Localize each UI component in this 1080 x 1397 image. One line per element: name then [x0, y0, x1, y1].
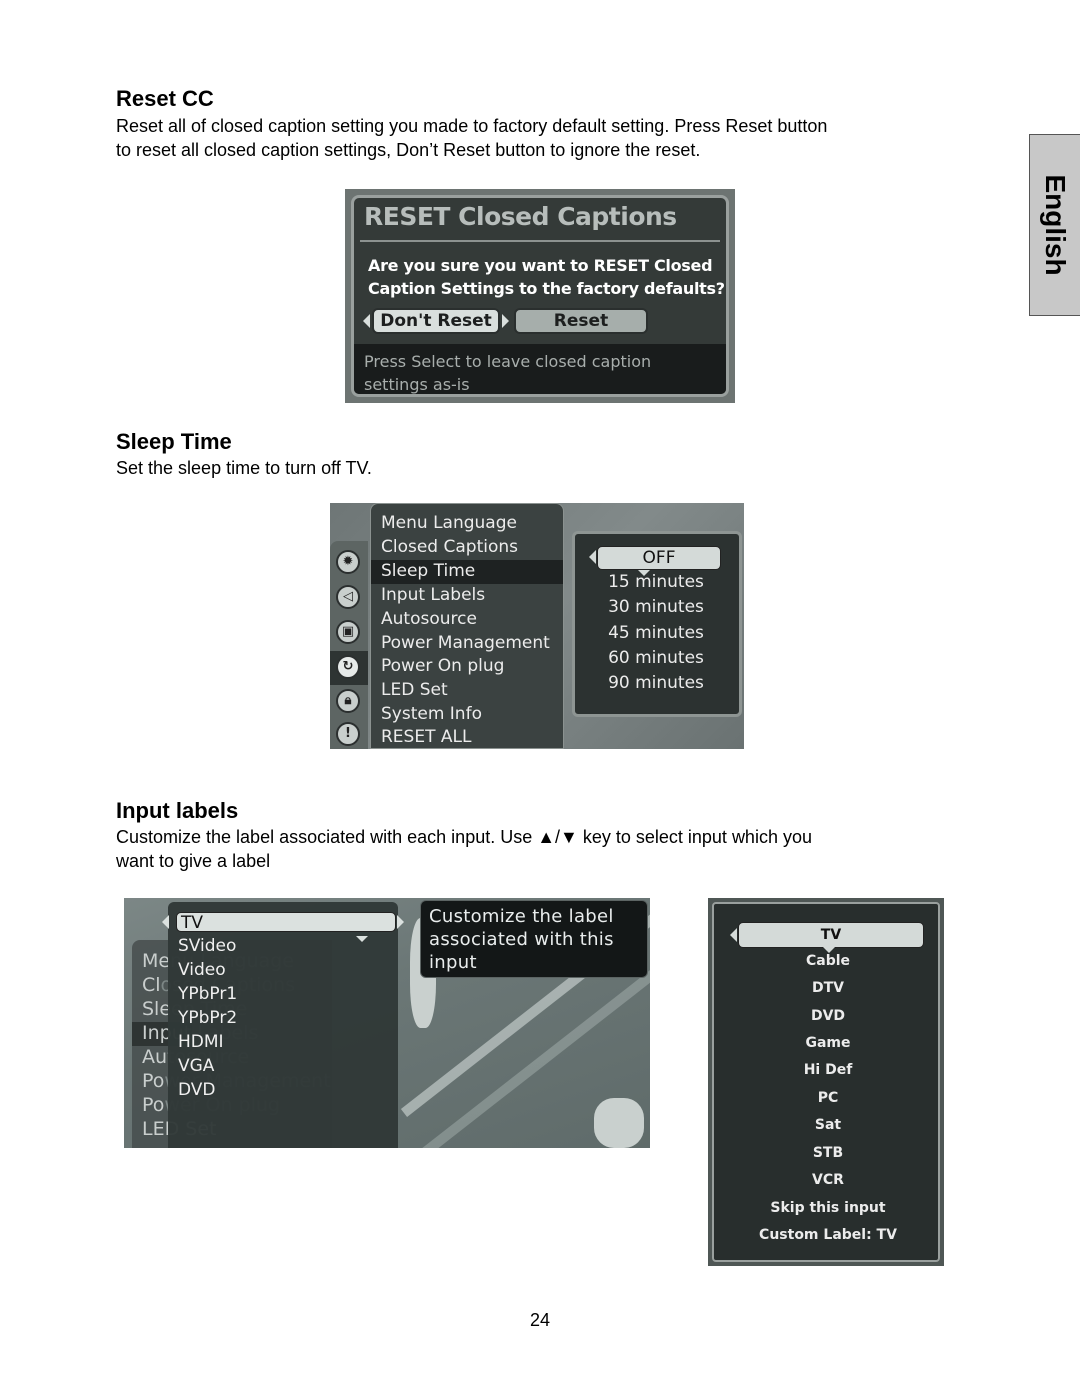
dont-reset-button[interactable]: Don't Reset	[372, 308, 500, 334]
sleep-option[interactable]: 15 minutes	[575, 572, 737, 592]
input-labels-screenshot-left: Menu Language Closed Captions Sleep Time…	[124, 898, 650, 1148]
language-tab-label: English	[1040, 174, 1071, 276]
menu-item[interactable]: Autosource	[381, 609, 477, 629]
menu-category-bar: ✹ ◁ ▣ ↻ 🔒︎ !	[330, 541, 368, 749]
input-item[interactable]: SVideo	[178, 936, 236, 956]
page-number: 24	[529, 1310, 551, 1330]
tooltip-line1: Customize the label	[429, 906, 614, 927]
menu-item[interactable]: Closed Captions	[381, 537, 518, 557]
audio-icon[interactable]: ◁	[336, 585, 360, 609]
label-option[interactable]: Custom Label: TV	[714, 1227, 942, 1243]
dialog-hint-line2: settings as-is	[364, 375, 470, 394]
tooltip-line2: associated with this	[429, 929, 614, 950]
help-icon[interactable]: !	[336, 722, 360, 746]
label-option[interactable]: Game	[714, 1035, 942, 1051]
dialog-question-line1: Are you sure you want to RESET Closed	[368, 256, 713, 275]
tooltip-line3: input	[429, 952, 477, 973]
setup-menu: Menu Language Closed Captions Sleep Time…	[370, 503, 564, 749]
right-arrow-icon	[397, 915, 404, 929]
reset-cc-heading: Reset CC	[116, 86, 214, 111]
label-selected[interactable]: TV	[738, 922, 924, 948]
label-option[interactable]: VCR	[714, 1172, 942, 1188]
input-selected[interactable]: TV	[176, 912, 396, 933]
sleep-option[interactable]: 60 minutes	[575, 648, 737, 668]
right-arrow-icon	[502, 314, 509, 328]
label-option[interactable]: Skip this input	[714, 1200, 942, 1216]
sleep-option[interactable]: 30 minutes	[575, 597, 737, 617]
input-labels-description-line1: Customize the label associated with each…	[116, 827, 812, 847]
sleep-time-options: OFF 15 minutes 30 minutes 45 minutes 60 …	[572, 531, 742, 717]
menu-item[interactable]: Input Labels	[381, 585, 485, 605]
left-arrow-icon	[589, 550, 596, 564]
input-item[interactable]: YPbPr2	[178, 1008, 237, 1028]
label-option[interactable]: Sat	[714, 1117, 942, 1133]
label-option[interactable]: PC	[714, 1090, 942, 1106]
menu-item[interactable]: Power Management	[381, 633, 550, 653]
dialog-hint-line1: Press Select to leave closed caption	[364, 352, 652, 371]
left-arrow-icon	[363, 314, 370, 328]
menu-item[interactable]: System Info	[381, 704, 482, 724]
left-arrow-icon	[730, 928, 737, 942]
input-item[interactable]: HDMI	[178, 1032, 224, 1052]
input-labels-description-line2: want to give a label	[116, 851, 271, 871]
dialog-question-line2: Caption Settings to the factory defaults…	[368, 279, 725, 298]
input-item[interactable]: VGA	[178, 1056, 214, 1076]
reset-cc-dialog-screenshot: RESET Closed Captions Are you sure you w…	[345, 189, 735, 403]
label-option[interactable]: Cable	[714, 953, 942, 969]
picture-icon[interactable]: ✹	[336, 550, 360, 574]
sleep-option-selected[interactable]: OFF	[597, 546, 721, 570]
sleep-time-heading: Sleep Time	[116, 429, 232, 454]
setup-icon[interactable]: ↻	[336, 655, 360, 679]
menu-item-selected[interactable]: Sleep Time	[381, 561, 475, 581]
dialog-question: Are you sure you want to RESET Closed Ca…	[368, 254, 725, 300]
sleep-option[interactable]: 90 minutes	[575, 673, 737, 693]
label-option[interactable]: DTV	[714, 980, 942, 996]
input-item[interactable]: YPbPr1	[178, 984, 237, 1004]
left-arrow-icon	[162, 915, 169, 929]
menu-item[interactable]: LED Set	[381, 680, 448, 700]
label-option[interactable]: DVD	[714, 1008, 942, 1024]
input-item[interactable]: Video	[178, 960, 226, 980]
language-tab: English	[1029, 134, 1080, 316]
dialog-hint: Press Select to leave closed caption set…	[354, 344, 726, 394]
reset-cc-description-line2: to reset all closed caption settings, Do…	[116, 140, 701, 160]
reset-cc-dialog: RESET Closed Captions Are you sure you w…	[351, 195, 729, 397]
down-arrow-icon	[356, 936, 368, 942]
sleep-time-description: Set the sleep time to turn off TV.	[116, 458, 372, 478]
sleep-option[interactable]: 45 minutes	[575, 623, 737, 643]
player-image	[594, 1098, 644, 1148]
reset-cc-description: Reset all of closed caption setting you …	[116, 114, 966, 162]
dialog-title: RESET Closed Captions	[364, 202, 677, 231]
menu-item[interactable]: Menu Language	[381, 513, 517, 533]
help-tooltip: Customize the label associated with this…	[420, 900, 648, 978]
sleep-time-screenshot: ✹ ◁ ▣ ↻ 🔒︎ ! Menu Language Closed Captio…	[330, 503, 744, 749]
label-list: TV Cable DTV DVD Game Hi Def PC Sat STB …	[712, 902, 940, 1262]
menu-item[interactable]: RESET ALL	[381, 727, 471, 747]
reset-button[interactable]: Reset	[514, 308, 648, 334]
input-item[interactable]: DVD	[178, 1080, 216, 1100]
lock-icon[interactable]: 🔒︎	[336, 689, 360, 713]
title-divider	[360, 240, 720, 242]
tv-icon[interactable]: ▣	[336, 620, 360, 644]
label-option[interactable]: STB	[714, 1145, 942, 1161]
input-labels-heading: Input labels	[116, 798, 239, 823]
input-labels-screenshot-right: TV Cable DTV DVD Game Hi Def PC Sat STB …	[708, 898, 944, 1266]
label-option[interactable]: Hi Def	[714, 1062, 942, 1078]
reset-cc-description-line1: Reset all of closed caption setting you …	[116, 116, 828, 136]
input-labels-description: Customize the label associated with each…	[116, 825, 966, 873]
menu-item[interactable]: Power On plug	[381, 656, 504, 676]
input-list: TV SVideo Video YPbPr1 YPbPr2 HDMI VGA D…	[162, 902, 404, 1148]
